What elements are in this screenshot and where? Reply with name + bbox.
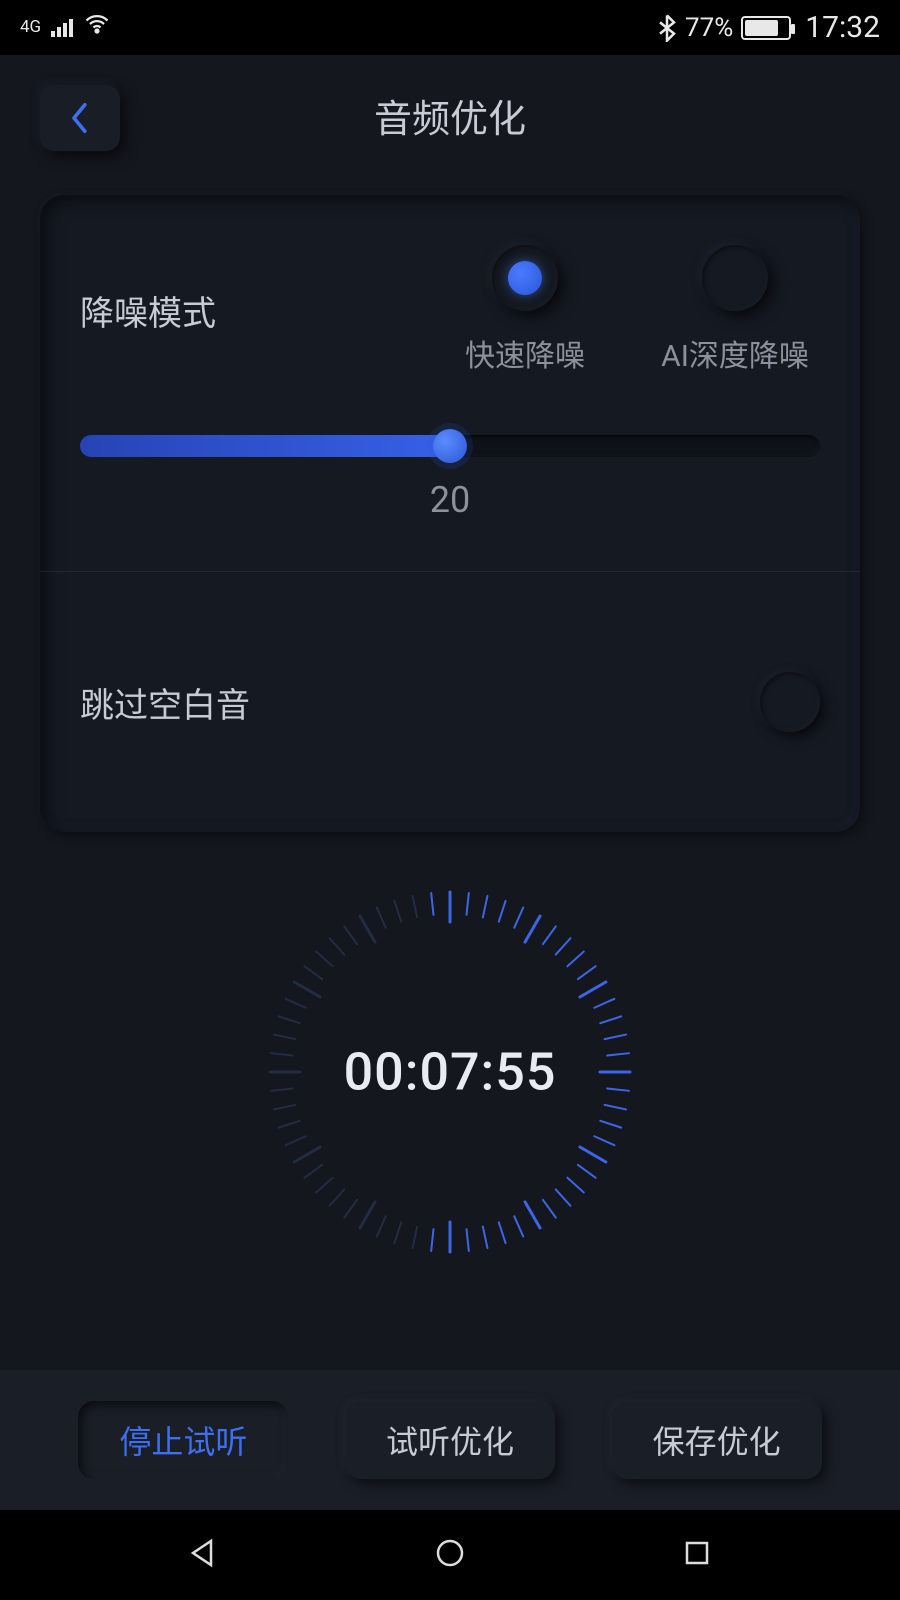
nav-back-button[interactable] — [183, 1533, 223, 1577]
action-bar: 停止试听 试听优化 保存优化 — [0, 1370, 900, 1510]
settings-card: 降噪模式 快速降噪 AI深度降噪 20 跳过空白音 — [40, 195, 860, 832]
save-optimize-button[interactable]: 保存优化 — [612, 1401, 822, 1479]
skip-silence-label: 跳过空白音 — [80, 678, 760, 727]
back-button[interactable] — [40, 85, 120, 151]
status-bar: 4G 77% 17:32 — [0, 0, 900, 55]
radio-option-ai[interactable]: AI深度降噪 — [650, 245, 820, 375]
nav-home-button[interactable] — [430, 1533, 470, 1577]
bluetooth-icon — [657, 14, 677, 42]
radio-option-fast[interactable]: 快速降噪 — [440, 245, 610, 375]
skip-silence-row: 跳过空白音 — [80, 672, 820, 732]
radio-label: AI深度降噪 — [661, 331, 809, 375]
button-label: 停止试听 — [119, 1417, 247, 1463]
network-type-indicator: 4G — [20, 19, 41, 36]
radio-indicator-icon — [492, 245, 558, 311]
timer-dial: 00:07:55 — [260, 882, 640, 1262]
timer-area: 00:07:55 — [0, 882, 900, 1262]
battery-percent: 77% — [685, 13, 733, 43]
button-label: 保存优化 — [653, 1417, 781, 1463]
slider-fill — [80, 435, 450, 457]
timer-display: 00:07:55 — [344, 1042, 557, 1103]
square-recent-icon — [677, 1533, 717, 1573]
clock: 17:32 — [805, 10, 880, 45]
radio-label: 快速降噪 — [465, 331, 585, 375]
battery-icon — [741, 16, 791, 40]
noise-level-slider[interactable]: 20 — [80, 435, 820, 521]
noise-mode-label: 降噪模式 — [80, 286, 260, 335]
noise-mode-row: 降噪模式 快速降噪 AI深度降噪 — [80, 245, 820, 375]
slider-value: 20 — [80, 479, 820, 521]
wifi-icon — [83, 10, 111, 45]
circle-home-icon — [430, 1533, 470, 1573]
skip-silence-toggle[interactable] — [760, 672, 820, 732]
header: 音频优化 — [0, 55, 900, 175]
radio-indicator-icon — [702, 245, 768, 311]
android-nav-bar — [0, 1510, 900, 1600]
triangle-back-icon — [183, 1533, 223, 1573]
preview-optimize-button[interactable]: 试听优化 — [345, 1401, 555, 1479]
nav-recent-button[interactable] — [677, 1533, 717, 1577]
slider-track — [80, 435, 820, 457]
chevron-left-icon — [65, 100, 95, 136]
stop-preview-button[interactable]: 停止试听 — [78, 1401, 288, 1479]
signal-bars-icon — [51, 19, 73, 37]
divider — [40, 571, 860, 572]
noise-mode-radio-group: 快速降噪 AI深度降噪 — [290, 245, 820, 375]
page-title: 音频优化 — [374, 88, 526, 143]
slider-thumb-icon[interactable] — [433, 429, 467, 463]
button-label: 试听优化 — [386, 1417, 514, 1463]
